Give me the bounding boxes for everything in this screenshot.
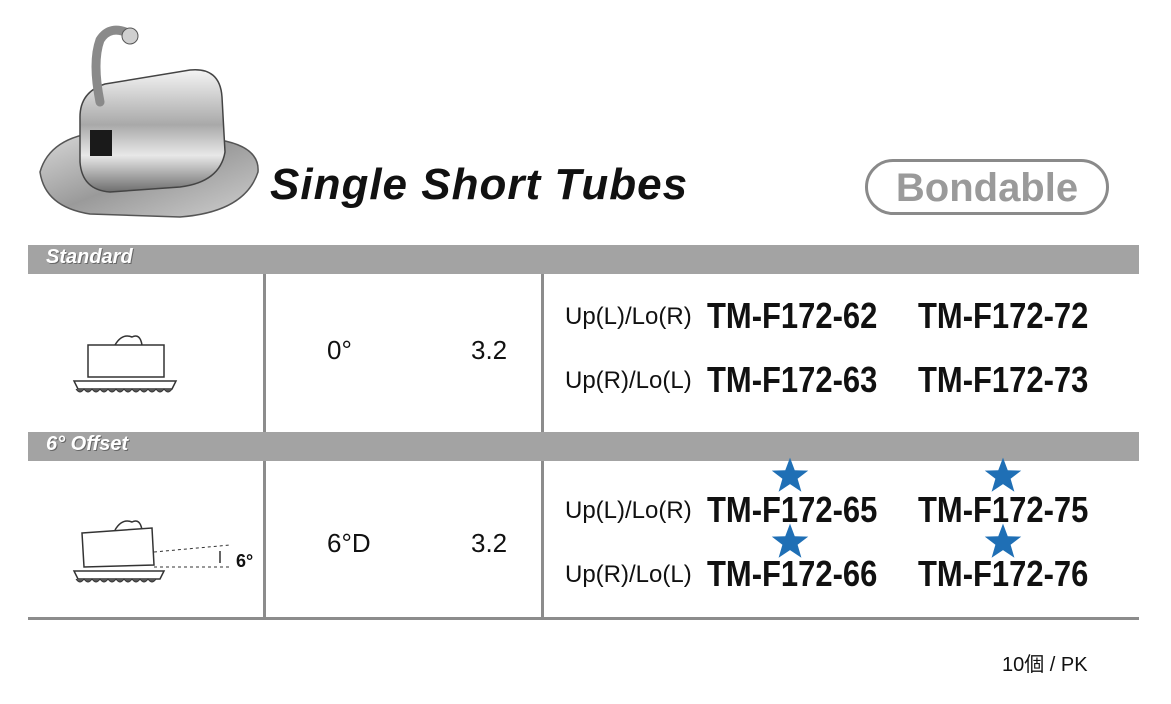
star-icon (984, 457, 1022, 492)
offset-angle-label: 6° (236, 551, 254, 571)
star-icon (771, 523, 809, 558)
product-code: TM-F172-73 (918, 359, 1089, 400)
tube-diagram-offset (72, 520, 231, 583)
row-label: Up(L)/Lo(R) (565, 303, 692, 330)
table-bottom-rule (28, 617, 1139, 620)
column-divider (263, 461, 266, 619)
section-title: Standard (46, 246, 133, 268)
angle-value: 0° (327, 335, 352, 365)
row-label: Up(R)/Lo(L) (565, 561, 692, 588)
size-value: 3.2 (471, 528, 508, 558)
bondable-badge: Bondable (865, 159, 1109, 215)
star-icon (771, 457, 809, 492)
section-band-offset: 6° Offset (28, 432, 1139, 461)
product-code: TM-F172-72 (918, 295, 1089, 336)
package-quantity: 10個 / PK (1002, 654, 1088, 676)
buccal-tube-photo (39, 25, 259, 218)
column-divider (263, 274, 266, 432)
tube-diagram-standard (72, 335, 178, 393)
angle-value: 6°D (327, 528, 371, 558)
section-band-standard: Standard (28, 245, 1139, 274)
size-value: 3.2 (471, 335, 508, 365)
column-divider (541, 274, 544, 432)
product-code: TM-F172-63 (707, 359, 878, 400)
row-label: Up(L)/Lo(R) (565, 497, 692, 524)
section-title: 6° Offset (46, 433, 129, 455)
product-code: TM-F172-62 (707, 295, 878, 336)
star-icon (984, 523, 1022, 558)
row-label: Up(R)/Lo(L) (565, 367, 692, 394)
column-divider (541, 461, 544, 619)
page-title: Single Short Tubes (270, 160, 689, 209)
